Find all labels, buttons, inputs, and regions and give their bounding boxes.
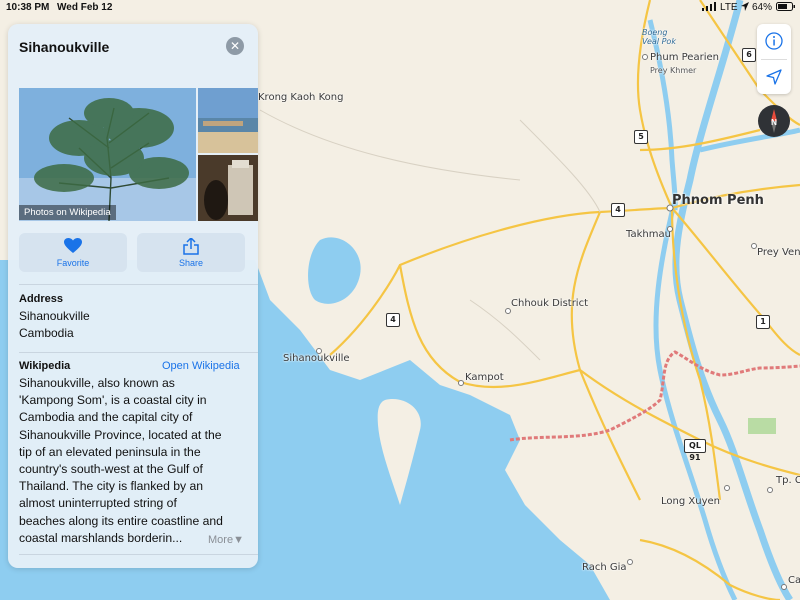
compass-icon: N (771, 109, 777, 133)
close-button[interactable]: ✕ (226, 37, 244, 55)
divider (19, 352, 258, 353)
photo-beach[interactable] (198, 88, 258, 153)
wikipedia-heading: Wikipedia (19, 360, 71, 372)
place-title: Sihanoukville (19, 39, 110, 55)
more-button[interactable]: More▼ (208, 534, 244, 546)
summary-line: almost uninterrupted string of (19, 496, 177, 511)
heart-icon (19, 238, 127, 259)
signal-icon (702, 2, 717, 14)
status-date: Wed Feb 12 (57, 2, 113, 13)
photos-caption: Photos on Wikipedia (19, 205, 116, 220)
info-button[interactable] (757, 24, 791, 59)
tree-photo (19, 88, 196, 221)
location-arrow-icon (766, 69, 782, 85)
status-time: 10:38 PM (6, 2, 50, 13)
summary-line: Sihanoukville, also known as (19, 376, 175, 390)
summary-line: Thailand. The city is flanked by an (19, 479, 204, 494)
summary-line: country's south-west at the Gulf of (19, 462, 203, 477)
status-battery: 64% (752, 2, 773, 13)
chevron-down-icon: ▼ (233, 534, 244, 546)
road-shield: QL 91 (684, 439, 706, 462)
road-shield: 1 (756, 315, 770, 329)
share-label: Share (178, 258, 204, 268)
battery-icon (776, 2, 796, 14)
monument-photo (198, 155, 258, 221)
location-button[interactable] (757, 60, 791, 94)
photo-monument[interactable] (198, 155, 258, 221)
wikipedia-summary: Sihanoukville, also known as 'Kampong So… (19, 375, 250, 547)
beach-photo (198, 88, 258, 153)
compass[interactable]: N (758, 105, 790, 137)
share-button[interactable]: Share (137, 233, 245, 272)
favorite-label: Favorite (56, 258, 90, 268)
share-icon (137, 236, 245, 260)
status-bar: 10:38 PM Wed Feb 12 LTE 64% (0, 0, 800, 16)
compass-label: N (771, 118, 777, 127)
summary-line: beaches along its entire coastline and (19, 513, 223, 528)
more-label: More (208, 534, 234, 546)
summary-line: tip of an elevated peninsula in the (19, 444, 201, 459)
place-card: Sihanoukville ✕ Photos on Wikipedia Favo… (8, 24, 258, 568)
favorite-button[interactable]: Favorite (19, 233, 127, 272)
summary-line: Cambodia and the capital city of (19, 410, 193, 425)
photo-main[interactable] (19, 88, 196, 221)
road-shield: 4 (386, 313, 400, 327)
road-shield: 6 (742, 48, 756, 62)
map-control-group (757, 24, 791, 94)
summary-line: Sihanoukville Province, located at the (19, 427, 222, 442)
address-line-1[interactable]: Sihanoukville (19, 308, 90, 325)
road-shield: 5 (634, 130, 648, 144)
status-network: LTE (720, 2, 738, 13)
summary-line: 'Kampong Som', is a coastal city in (19, 393, 207, 408)
road-shield: 4 (611, 203, 625, 217)
open-wikipedia-link[interactable]: Open Wikipedia (162, 360, 240, 372)
divider (19, 284, 258, 285)
divider (19, 554, 258, 555)
info-icon (765, 32, 783, 50)
location-services-icon (741, 2, 749, 14)
address-line-2[interactable]: Cambodia (19, 325, 74, 342)
close-icon: ✕ (229, 39, 241, 53)
address-heading: Address (19, 293, 64, 305)
